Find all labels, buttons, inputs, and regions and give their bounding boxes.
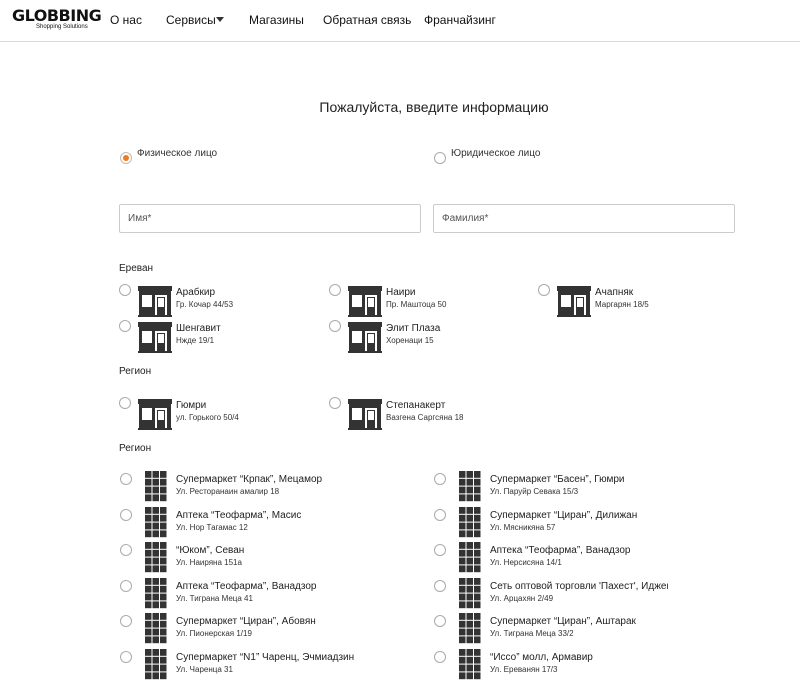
store-name: Шенгавит [176, 323, 221, 334]
store-radio[interactable] [434, 579, 446, 592]
store-address: Хоренаци 15 [386, 336, 434, 345]
building-grid-icon [459, 542, 481, 573]
store-address: Ул. Тиграна Меца 41 [176, 593, 253, 603]
storefront-icon [348, 322, 382, 353]
store-radio[interactable] [120, 615, 132, 627]
chevron-down-icon[interactable] [216, 17, 224, 22]
logo-text: GLOBBING [12, 6, 102, 25]
store-address: Гр. Кочар 44/53 [176, 300, 234, 309]
store-name: Супермаркет “Циран”, Аштарак [490, 616, 636, 627]
store-address: Ул. Мясникяна 57 [490, 522, 556, 532]
store-name: Элит Плаза [386, 323, 441, 334]
store-address: Ул. Арцахян 2/49 [490, 593, 554, 603]
logo-subtitle: Shopping Solutions [36, 24, 88, 30]
storefront-icon [348, 286, 382, 317]
storefront-icon [557, 286, 591, 317]
store-name: Наири [386, 287, 416, 298]
store-radio[interactable] [434, 508, 446, 521]
store-name: “Иссо” молл, Армавир [490, 651, 593, 663]
nav-franchising[interactable]: Франчайзинг [424, 13, 496, 27]
section-title-region-partners: Регион [119, 443, 152, 454]
storefront-icon [138, 399, 172, 430]
store-radio[interactable] [538, 284, 550, 296]
legal-entity-label: Юридическое лицо [451, 148, 541, 159]
store-name: Ачапняк [595, 287, 634, 298]
section-title-region: Регион [119, 366, 152, 377]
section-title-yerevan: Ереван [119, 263, 154, 274]
first-name-input[interactable] [119, 204, 421, 233]
building-grid-icon [145, 613, 167, 644]
globbing-logo[interactable]: GLOBBING Shopping Solutions [12, 6, 102, 34]
store-name: Арабкир [176, 287, 216, 298]
storefront-icon [138, 286, 172, 317]
store-radio[interactable] [434, 544, 446, 556]
building-grid-icon [459, 613, 481, 644]
store-name: Супермаркет “Циран”, Абовян [176, 616, 316, 627]
store-address: Ул. Ресторанаин амалир 18 [176, 487, 280, 496]
store-name: Супермаркет “N1” Чаренц, Эчмиадзин [176, 651, 355, 663]
nav-services[interactable]: Сервисы [166, 13, 216, 27]
store-radio[interactable] [119, 397, 131, 409]
store-name: Супермаркет “Крпак”, Мецамор [176, 474, 323, 485]
store-name: Аптека “Теофарма”, Ванадзор [490, 545, 631, 556]
store-radio[interactable] [119, 284, 131, 296]
store-radio[interactable] [434, 615, 446, 627]
store-radio[interactable] [120, 508, 132, 521]
storefront-icon [348, 399, 382, 430]
building-grid-icon [145, 506, 167, 538]
individual-label: Физическое лицо [137, 148, 218, 159]
top-navbar: GLOBBING Shopping Solutions О нас Сервис… [0, 0, 800, 42]
store-address: ул. Горького 50/4 [176, 413, 239, 422]
store-address: Вазгена Саргсяна 18 [386, 413, 464, 422]
building-grid-icon [145, 471, 167, 502]
building-grid-icon [459, 506, 481, 538]
store-address: Ул. Наиряна 151а [176, 558, 242, 567]
store-name: Сеть оптовой торговли 'Пахест', Иджев [490, 580, 668, 592]
store-address: Ул. Паруйр Севака 15/3 [490, 487, 579, 496]
nav-stores[interactable]: Магазины [249, 13, 304, 27]
store-radio[interactable] [119, 320, 131, 332]
store-radio[interactable] [329, 284, 341, 296]
store-name: “Юком”, Севан [176, 545, 245, 556]
store-address: Ул. Ереванян 17/3 [490, 664, 558, 674]
legal-entity-radio[interactable] [434, 152, 446, 164]
last-name-input[interactable] [433, 204, 735, 233]
store-radio[interactable] [120, 473, 132, 485]
store-name: Аптека “Теофарма”, Масис [176, 509, 302, 521]
store-address: Маргарян 18/5 [595, 300, 649, 309]
store-name: Аптека “Теофарма”, Ванадзор [176, 580, 317, 592]
store-radio[interactable] [434, 473, 446, 485]
store-address: Ул. Нерсисяна 14/1 [490, 558, 562, 567]
building-grid-icon [459, 648, 481, 680]
store-address: Ул. Пионерская 1/19 [176, 629, 252, 638]
building-grid-icon [145, 648, 167, 680]
store-name: Супермаркет “Басен”, Гюмри [490, 474, 625, 485]
store-address: Пр. Маштоца 50 [386, 300, 447, 309]
store-address: Ул. Тиграна Меца 33/2 [490, 629, 574, 638]
store-radio[interactable] [120, 650, 132, 663]
storefront-icon [138, 322, 172, 353]
nav-about[interactable]: О нас [110, 13, 142, 27]
store-name: Гюмри [176, 400, 207, 411]
individual-radio[interactable] [120, 152, 132, 164]
building-grid-icon [459, 471, 481, 502]
store-radio[interactable] [120, 544, 132, 556]
store-radio[interactable] [329, 397, 341, 409]
store-radio[interactable] [434, 650, 446, 663]
nav-feedback[interactable]: Обратная связь [323, 13, 411, 27]
store-address: Нжде 19/1 [176, 336, 215, 345]
store-name: Супермаркет “Циран”, Дилижан [490, 509, 638, 521]
form-title: Пожалуйста, введите информацию [319, 99, 549, 115]
store-address: Ул. Чаренца 31 [176, 664, 233, 674]
building-grid-icon [145, 542, 167, 573]
store-radio[interactable] [120, 579, 132, 592]
building-grid-icon [145, 577, 167, 609]
store-name: Степанакерт [386, 400, 446, 411]
building-grid-icon [459, 577, 481, 609]
store-address: Ул. Нор Тагамас 12 [176, 522, 248, 532]
store-radio[interactable] [329, 320, 341, 332]
